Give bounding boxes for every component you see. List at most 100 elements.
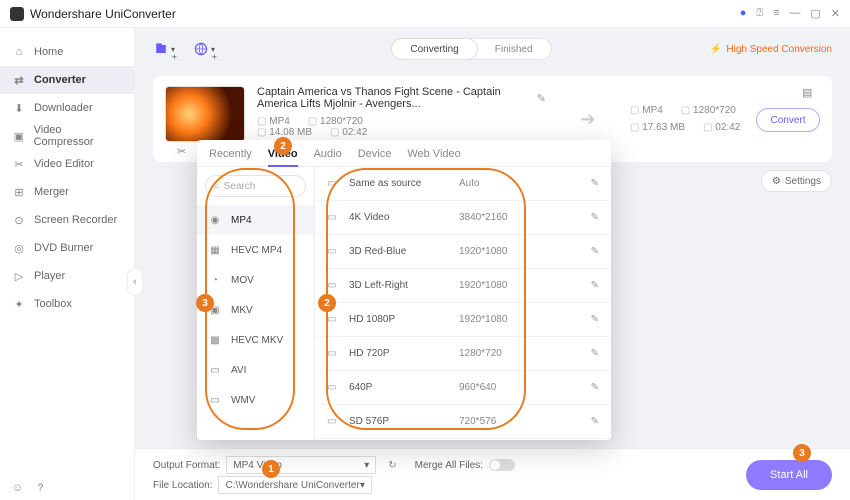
edit-resolution-icon[interactable]: ✎: [591, 416, 599, 427]
close-icon[interactable]: ✕: [831, 7, 840, 20]
tab-converting[interactable]: Converting: [392, 39, 476, 59]
merge-label: Merge All Files:: [415, 460, 483, 471]
app-logo: [10, 7, 24, 21]
add-url-button[interactable]: +▾: [193, 38, 215, 60]
sidebar-icon: ▷: [12, 269, 26, 283]
sidebar-item-screen-recorder[interactable]: ⊙Screen Recorder: [0, 206, 134, 234]
format-mp4[interactable]: ◉MP4: [197, 205, 314, 235]
resolution-hd-720p[interactable]: ▭HD 720P1280*720✎: [315, 337, 611, 371]
resolution-list: ▭Same as sourceAuto✎▭4K Video3840*2160✎▭…: [315, 167, 611, 440]
start-all-button[interactable]: Start All: [746, 460, 832, 490]
sidebar-icon: ⊙: [12, 213, 26, 227]
file-location-label: File Location:: [153, 480, 212, 491]
support-icon[interactable]: ⍰: [756, 7, 763, 20]
resolution-4k-video[interactable]: ▭4K Video3840*2160✎: [315, 201, 611, 235]
resolution-640p[interactable]: ▭640P960*640✎: [315, 371, 611, 405]
format-wmv[interactable]: ▭WMV: [197, 385, 314, 415]
src-duration: 02:42: [330, 127, 367, 138]
dst-container: MP4: [630, 105, 663, 116]
edit-resolution-icon[interactable]: ✎: [591, 348, 599, 359]
format-search[interactable]: ⌕ Search: [205, 175, 306, 197]
format-hevc-mkv[interactable]: ▩HEVC MKV: [197, 325, 314, 355]
format-mkv[interactable]: ▣MKV: [197, 295, 314, 325]
resolution-icon: ▭: [327, 178, 349, 189]
titlebar: Wondershare UniConverter ● ⍰ ≡ — ▢ ✕: [0, 0, 850, 28]
format-icon: ▦: [207, 245, 223, 256]
resolution-icon: ▭: [327, 314, 349, 325]
sidebar-item-downloader[interactable]: ⬇Downloader: [0, 94, 134, 122]
bottom-bar: Output Format: MP4 Video▾ ↻ Merge All Fi…: [135, 448, 850, 500]
popup-tab-audio[interactable]: Audio: [314, 148, 342, 160]
sidebar-icon: ✦: [12, 297, 26, 311]
format-popup: RecentlyVideoAudioDeviceWeb Video ⌕ Sear…: [197, 140, 611, 440]
edit-title-icon[interactable]: ✎: [537, 92, 546, 105]
callout-2a: 2: [274, 137, 292, 155]
popup-tab-recently[interactable]: Recently: [209, 148, 252, 160]
high-speed-toggle[interactable]: ⚡ High Speed Conversion: [710, 44, 832, 55]
format-hevc-mp4[interactable]: ▦HEVC MP4: [197, 235, 314, 265]
sidebar-icon: ⬇: [12, 101, 26, 115]
collapse-sidebar-button[interactable]: ‹: [127, 268, 143, 296]
feedback-icon[interactable]: ☺: [12, 482, 23, 494]
edit-resolution-icon[interactable]: ✎: [591, 212, 599, 223]
gear-icon: ⚙: [772, 176, 781, 187]
popup-tab-web-video[interactable]: Web Video: [407, 148, 460, 160]
resolution-same-as-source[interactable]: ▭Same as sourceAuto✎: [315, 167, 611, 201]
sidebar-icon: ✂: [12, 157, 26, 171]
sidebar-item-converter[interactable]: ⇄Converter: [0, 66, 134, 94]
status-segment[interactable]: Converting Finished: [391, 38, 551, 60]
sidebar-icon: ⌂: [12, 45, 26, 59]
sidebar-item-video-compressor[interactable]: ▣Video Compressor: [0, 122, 134, 150]
account-icon[interactable]: ●: [740, 7, 747, 20]
resolution-icon: ▭: [327, 246, 349, 257]
edit-resolution-icon[interactable]: ✎: [591, 382, 599, 393]
format-icon: ◔: [207, 275, 223, 286]
resolution-hd-1080p[interactable]: ▭HD 1080P1920*1080✎: [315, 303, 611, 337]
minimize-icon[interactable]: —: [789, 7, 800, 20]
settings-button[interactable]: ⚙Settings: [761, 170, 832, 192]
sidebar-icon: ◎: [12, 241, 26, 255]
card-options-icon[interactable]: ▤: [802, 86, 820, 99]
popup-tab-device[interactable]: Device: [358, 148, 392, 160]
resolution-sd-576p[interactable]: ▭SD 576P720*576✎: [315, 405, 611, 439]
resolution-3d-red-blue[interactable]: ▭3D Red-Blue1920*1080✎: [315, 235, 611, 269]
resolution-icon: ▭: [327, 382, 349, 393]
output-format-label: Output Format:: [153, 460, 220, 471]
sidebar-item-player[interactable]: ▷Player: [0, 262, 134, 290]
sidebar-item-dvd-burner[interactable]: ◎DVD Burner: [0, 234, 134, 262]
output-format-select[interactable]: MP4 Video▾: [226, 456, 376, 474]
help2-icon[interactable]: ?: [37, 482, 43, 494]
convert-button[interactable]: Convert: [756, 108, 820, 132]
sidebar-icon: ⊞: [12, 185, 26, 199]
sidebar-item-video-editor[interactable]: ✂Video Editor: [0, 150, 134, 178]
trim-icon[interactable]: ✂: [177, 145, 186, 158]
refresh-icon[interactable]: ↻: [388, 460, 396, 471]
format-avi[interactable]: ▭AVI: [197, 355, 314, 385]
sidebar: ⌂Home⇄Converter⬇Downloader▣Video Compres…: [0, 28, 135, 500]
add-file-button[interactable]: +▾: [153, 38, 175, 60]
search-icon: ⌕: [214, 181, 220, 192]
format-mov[interactable]: ◔MOV: [197, 265, 314, 295]
edit-resolution-icon[interactable]: ✎: [591, 314, 599, 325]
menu-icon[interactable]: ≡: [773, 7, 779, 20]
video-thumbnail[interactable]: [165, 86, 245, 142]
callout-3a: 3: [196, 294, 214, 312]
edit-resolution-icon[interactable]: ✎: [591, 280, 599, 291]
format-icon: ◉: [207, 215, 223, 226]
edit-resolution-icon[interactable]: ✎: [591, 178, 599, 189]
sidebar-item-home[interactable]: ⌂Home: [0, 38, 134, 66]
sidebar-item-toolbox[interactable]: ✦Toolbox: [0, 290, 134, 318]
resolution-icon: ▭: [327, 416, 349, 427]
toolbar: +▾ +▾ Converting Finished ⚡ High Speed C…: [135, 28, 850, 70]
format-icon: ▩: [207, 335, 223, 346]
edit-resolution-icon[interactable]: ✎: [591, 246, 599, 257]
merge-toggle[interactable]: [489, 459, 515, 471]
sidebar-item-merger[interactable]: ⊞Merger: [0, 178, 134, 206]
resolution-3d-left-right[interactable]: ▭3D Left-Right1920*1080✎: [315, 269, 611, 303]
resolution-icon: ▭: [327, 280, 349, 291]
file-location-select[interactable]: C:\Wondershare UniConverter▾: [218, 476, 371, 494]
tab-finished[interactable]: Finished: [477, 39, 551, 59]
format-icon: ▭: [207, 365, 223, 376]
maximize-icon[interactable]: ▢: [810, 7, 820, 20]
format-icon: ▭: [207, 395, 223, 406]
